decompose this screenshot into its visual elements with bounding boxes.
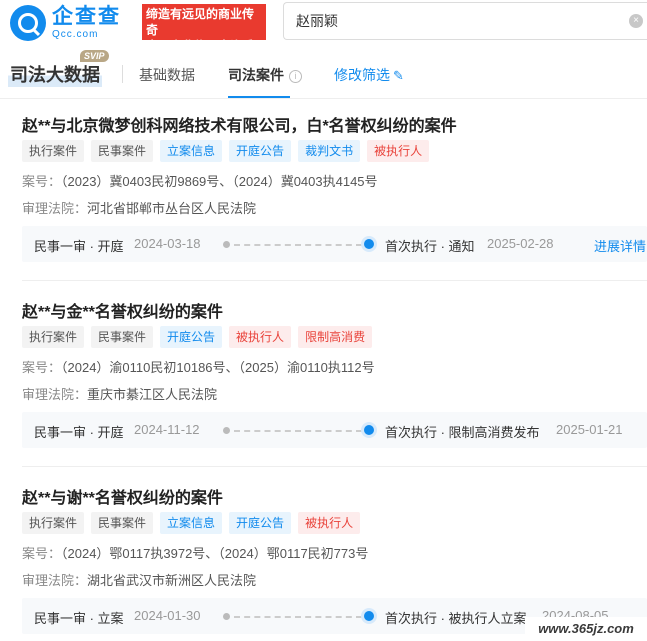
svip-badge: SVIP	[80, 50, 109, 62]
case-tag[interactable]: 被执行人	[367, 140, 430, 162]
timeline-end-dot	[364, 425, 374, 435]
modify-filter-label: 修改筛选	[334, 67, 390, 83]
case-tag[interactable]: 限制高消费	[298, 326, 373, 348]
case-tags: 执行案件 民事案件 立案信息 开庭公告 裁判文书 被执行人	[22, 140, 436, 162]
case-tag[interactable]: 立案信息	[160, 140, 223, 162]
case-tag[interactable]: 被执行人	[298, 512, 361, 534]
progress-detail-link[interactable]: 进展详情	[594, 236, 646, 255]
tab-basic-data[interactable]: 基础数据	[139, 65, 195, 85]
timeline-end-stage: 首次执行 · 限制高消费发布	[385, 425, 540, 440]
case-tag: 执行案件	[22, 512, 85, 534]
court-label: 审理法院：	[22, 387, 88, 402]
timeline-start-stage: 民事一审 · 开庭	[34, 425, 124, 440]
case-number-value: （2023）冀0403民初9869号、（2024）冀0403执4145号	[61, 174, 378, 189]
court-row: 审理法院：河北省邯郸市丛台区人民法院	[22, 198, 256, 217]
case-tag[interactable]: 开庭公告	[229, 512, 292, 534]
case-number-value: （2024）渝0110民初10186号、（2025）渝0110执112号	[61, 360, 375, 375]
court-value: 湖北省武汉市新洲区人民法院	[87, 573, 257, 588]
case-tags: 执行案件 民事案件 立案信息 开庭公告 被执行人	[22, 512, 367, 534]
case-tag[interactable]: 开庭公告	[229, 140, 292, 162]
active-tab-indicator	[228, 96, 290, 98]
case-tag: 执行案件	[22, 326, 85, 348]
search-box: ×	[283, 2, 647, 40]
case-tag: 执行案件	[22, 140, 85, 162]
tab-bar: 司法大数据 SVIP 基础数据 司法案件 i 修改筛选 ✎	[0, 48, 647, 99]
case-number-row: 案号：（2024）渝0110民初10186号、（2025）渝0110执112号	[22, 357, 375, 376]
case-title[interactable]: 赵**与北京微梦创科网络技术有限公司，白*名誉权纠纷的案件	[22, 112, 457, 136]
timeline-line	[234, 244, 362, 246]
case-number-value: （2024）鄂0117执3972号、（2024）鄂0117民初773号	[61, 546, 369, 561]
logo-english: Qcc.com	[52, 29, 99, 40]
qcc-logo[interactable]: 企查查 Qcc.com	[10, 5, 121, 41]
judicial-bigdata-title: 司法大数据	[8, 61, 102, 87]
case-number-row: 案号：（2023）冀0403民初9869号、（2024）冀0403执4145号	[22, 171, 378, 190]
court-label: 审理法院：	[22, 201, 88, 216]
case-tag[interactable]: 开庭公告	[160, 326, 223, 348]
court-row: 审理法院：重庆市綦江区人民法院	[22, 384, 217, 403]
logo-chinese: 企查查	[52, 5, 121, 28]
timeline-line	[234, 430, 362, 432]
court-row: 审理法院：湖北省武汉市新洲区人民法院	[22, 570, 256, 589]
case-number-label: 案号：	[22, 360, 62, 375]
court-value: 河北省邯郸市丛台区人民法院	[87, 201, 257, 216]
timeline-start-dot	[223, 613, 230, 620]
timeline-start-date: 2024-03-18	[134, 236, 201, 251]
slogan-line-1: 缔造有远见的商业传奇	[146, 7, 255, 37]
timeline-end-stage: 首次执行 · 通知	[385, 239, 475, 254]
case-tag: 民事案件	[91, 326, 154, 348]
case-tag: 民事案件	[91, 140, 154, 162]
timeline-end-dot	[364, 611, 374, 621]
case-number-label: 案号：	[22, 546, 62, 561]
timeline-start-stage: 民事一审 · 立案	[34, 611, 124, 626]
case-tag[interactable]: 裁判文书	[298, 140, 361, 162]
case-number-row: 案号：（2024）鄂0117执3972号、（2024）鄂0117民初773号	[22, 543, 368, 562]
timeline-start-dot	[223, 241, 230, 248]
case-title[interactable]: 赵**与金**名誉权纠纷的案件	[22, 298, 223, 322]
search-input[interactable]	[296, 13, 596, 29]
tab-judicial-cases[interactable]: 司法案件 i	[228, 65, 302, 85]
tab-judicial-cases-label: 司法案件	[228, 67, 284, 83]
court-value: 重庆市綦江区人民法院	[87, 387, 218, 402]
timeline-end-date: 2025-02-28	[487, 236, 554, 251]
timeline-start-date: 2024-11-12	[134, 422, 200, 437]
case-title[interactable]: 赵**与谢**名誉权纠纷的案件	[22, 484, 223, 508]
case-progress-timeline: 民事一审 · 开庭 2024-03-18 首次执行 · 通知 2025-02-2…	[22, 226, 647, 262]
timeline-start-date: 2024-01-30	[134, 608, 201, 623]
case-divider	[22, 466, 647, 467]
case-tags: 执行案件 民事案件 开庭公告 被执行人 限制高消费	[22, 326, 379, 348]
top-header: 企查查 Qcc.com 缔造有远见的商业传奇 全国企业信用查询系统 ×	[0, 0, 647, 69]
site-watermark: www.365jz.com	[525, 617, 647, 641]
case-tag[interactable]: 立案信息	[160, 512, 223, 534]
case-divider	[22, 280, 647, 281]
edit-pen-icon: ✎	[393, 68, 404, 83]
info-icon[interactable]: i	[289, 70, 302, 83]
clear-search-icon[interactable]: ×	[629, 14, 643, 28]
timeline-end-date: 2025-01-21	[556, 422, 623, 437]
tab-divider	[122, 65, 123, 83]
case-tag: 民事案件	[91, 512, 154, 534]
timeline-line	[234, 616, 362, 618]
timeline-start-dot	[223, 427, 230, 434]
modify-filter-button[interactable]: 修改筛选 ✎	[334, 65, 404, 85]
timeline-end-dot	[364, 239, 374, 249]
court-label: 审理法院：	[22, 573, 88, 588]
case-progress-timeline: 民事一审 · 开庭 2024-11-12 首次执行 · 限制高消费发布 2025…	[22, 412, 647, 448]
timeline-end-stage: 首次执行 · 被执行人立案	[385, 611, 527, 626]
case-tag[interactable]: 被执行人	[229, 326, 292, 348]
slogan-banner: 缔造有远见的商业传奇 全国企业信用查询系统	[142, 4, 266, 69]
timeline-start-stage: 民事一审 · 开庭	[34, 239, 124, 254]
case-number-label: 案号：	[22, 174, 62, 189]
logo-q-icon	[10, 5, 46, 41]
